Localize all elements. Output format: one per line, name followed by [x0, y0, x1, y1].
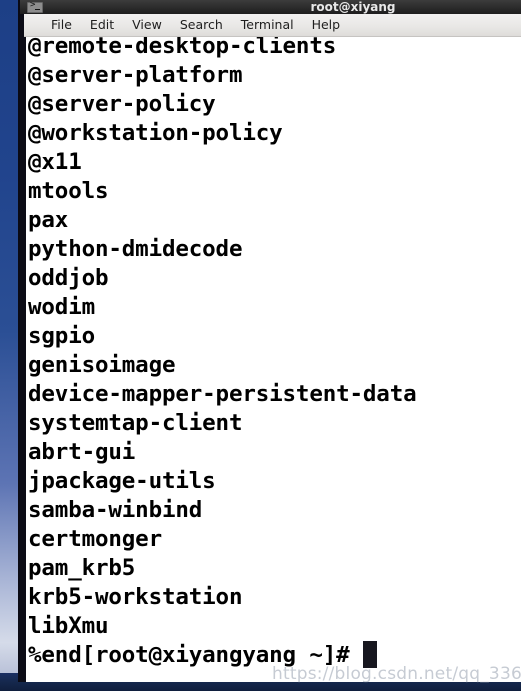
- terminal-line: @server-policy: [28, 91, 216, 117]
- terminal-line: @server-platform: [28, 62, 243, 88]
- terminal-output-area[interactable]: @remote-desktop-clients @server-platform…: [26, 37, 521, 682]
- terminal-line: jpackage-utils: [28, 468, 216, 494]
- terminal-line: mtools: [28, 178, 109, 204]
- terminal-line: samba-winbind: [28, 497, 203, 523]
- terminal-line: sgpio: [28, 323, 95, 349]
- window-title: root@xiyang: [310, 1, 396, 14]
- terminal-line: wodim: [28, 294, 95, 320]
- terminal-icon: [27, 0, 43, 13]
- terminal-line: python-dmidecode: [28, 236, 243, 262]
- terminal-line: pax: [28, 207, 69, 233]
- terminal-line: krb5-workstation: [28, 584, 243, 610]
- terminal-line: pam_krb5: [28, 555, 136, 581]
- terminal-line: libXmu: [28, 613, 109, 639]
- terminal-line: systemtap-client: [28, 410, 243, 436]
- menu-item-edit[interactable]: Edit: [81, 16, 123, 34]
- terminal-line: genisoimage: [28, 352, 176, 378]
- terminal-line: oddjob: [28, 265, 109, 291]
- terminal-prompt-line[interactable]: %end[root@xiyangyang ~]#: [28, 641, 521, 670]
- terminal-line: abrt-gui: [28, 439, 136, 465]
- menu-item-search[interactable]: Search: [171, 16, 232, 34]
- terminal-line: @x11: [28, 149, 82, 175]
- terminal-lines: @remote-desktop-clients @server-platform…: [28, 37, 521, 670]
- window-titlebar[interactable]: root@xiyang: [20, 0, 521, 14]
- prompt-text: %end[root@xiyangyang ~]#: [28, 642, 363, 668]
- terminal-line: certmonger: [28, 526, 162, 552]
- menu-item-view[interactable]: View: [123, 16, 171, 34]
- terminal-line: @workstation-policy: [28, 120, 283, 146]
- block-cursor: [362, 641, 377, 668]
- terminal-window[interactable]: root@xiyang File Edit View Search Termin…: [18, 0, 521, 682]
- menu-item-terminal[interactable]: Terminal: [232, 16, 303, 34]
- menu-item-file[interactable]: File: [42, 16, 81, 34]
- terminal-line: device-mapper-persistent-data: [28, 381, 417, 407]
- menu-item-help[interactable]: Help: [303, 16, 350, 34]
- menubar[interactable]: File Edit View Search Terminal Help: [24, 14, 521, 37]
- terminal-line: @remote-desktop-clients: [28, 37, 337, 59]
